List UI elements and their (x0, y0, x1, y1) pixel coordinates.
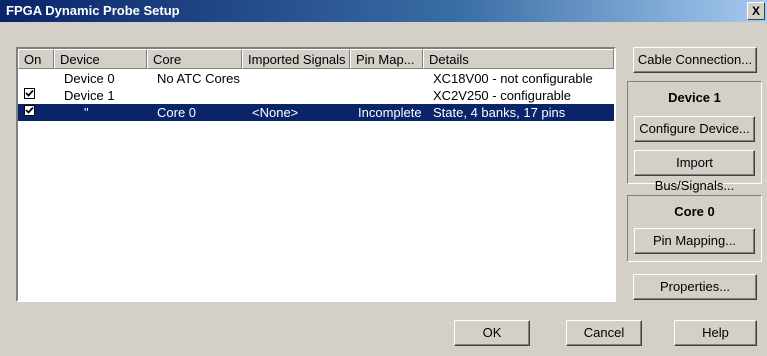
import-bus-signals-button[interactable]: Import Bus/Signals... (634, 150, 755, 193)
configure-device-button[interactable]: Configure Device... (634, 116, 755, 142)
cell-device: " (84, 105, 89, 120)
probe-list[interactable]: On Device Core Imported Signals Pin Map.… (16, 47, 616, 302)
column-header-details[interactable]: Details (423, 49, 614, 69)
column-header-core[interactable]: Core (147, 49, 242, 69)
cell-device: Device 1 (64, 88, 115, 103)
cell-core: No ATC Cores (157, 71, 240, 86)
title-bar: FPGA Dynamic Probe Setup X (0, 0, 767, 22)
window-title: FPGA Dynamic Probe Setup (6, 3, 180, 18)
pin-mapping-button[interactable]: Pin Mapping... (634, 228, 755, 254)
cell-imported-signals: <None> (252, 105, 299, 120)
enable-checkbox[interactable] (24, 88, 35, 99)
checkmark-icon (25, 106, 34, 114)
column-header-pin-map[interactable]: Pin Map... (350, 49, 423, 69)
cell-device: Device 0 (64, 71, 115, 86)
table-row-selected[interactable]: " Core 0 <None> Incomplete State, 4 bank… (18, 104, 614, 121)
help-button[interactable]: Help (674, 320, 757, 346)
table-row[interactable]: Device 0 No ATC Cores XC18V00 - not conf… (18, 70, 614, 87)
device-group: Device 1 Configure Device... Import Bus/… (627, 81, 762, 193)
column-header-imported-signals[interactable]: Imported Signals (242, 49, 350, 69)
enable-checkbox[interactable] (24, 105, 35, 116)
cable-connection-button[interactable]: Cable Connection... (633, 47, 757, 73)
core-group-title: Core 0 (674, 204, 715, 219)
cell-details: State, 4 banks, 17 pins (433, 105, 566, 120)
column-header-device[interactable]: Device (54, 49, 147, 69)
properties-button[interactable]: Properties... (633, 274, 757, 300)
ok-button[interactable]: OK (454, 320, 530, 346)
cell-pin-map: Incomplete (358, 105, 422, 120)
checkmark-icon (25, 89, 34, 97)
cancel-button[interactable]: Cancel (566, 320, 642, 346)
cell-details: XC18V00 - not configurable (433, 71, 593, 86)
column-header-on[interactable]: On (18, 49, 54, 69)
cell-core: Core 0 (157, 105, 197, 120)
core-group: Core 0 Pin Mapping... (627, 195, 762, 262)
cell-details: XC2V250 - configurable (433, 88, 572, 103)
table-row[interactable]: Device 1 XC2V250 - configurable (18, 87, 614, 104)
device-group-title: Device 1 (668, 90, 721, 105)
close-icon[interactable]: X (747, 2, 765, 20)
